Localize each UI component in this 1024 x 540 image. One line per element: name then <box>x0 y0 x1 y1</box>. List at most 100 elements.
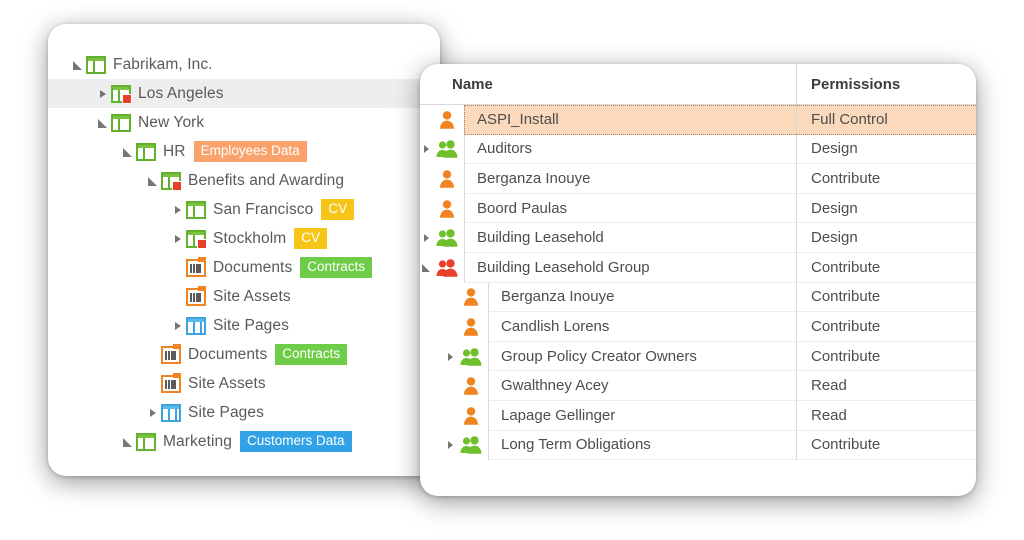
tree-item[interactable]: Los Angeles <box>48 79 440 108</box>
site-pages-icon <box>186 316 206 335</box>
collapse-triangle-icon[interactable] <box>120 144 136 160</box>
collapse-triangle-icon[interactable] <box>95 115 111 131</box>
expand-triangle-icon[interactable] <box>420 231 434 245</box>
tree-item[interactable]: Marketing Customers Data <box>48 427 440 456</box>
expand-triangle-icon[interactable] <box>95 86 111 102</box>
permission-level: Contribute <box>796 430 976 461</box>
permission-level: Contribute <box>796 312 976 342</box>
table-cell-name: Group Policy Creator Owners <box>420 341 796 372</box>
expand-triangle-icon[interactable] <box>145 405 161 421</box>
column-header-name[interactable]: Name <box>420 76 796 93</box>
table-row[interactable]: Lapage Gellinger Read <box>420 400 976 431</box>
expand-triangle-icon[interactable] <box>170 231 186 247</box>
document-library-icon <box>161 372 181 393</box>
site-icon <box>86 55 106 74</box>
collapse-triangle-icon[interactable] <box>120 434 136 450</box>
tree-item-tag[interactable]: Contracts <box>300 257 373 278</box>
principal-name: Berganza Inouye <box>488 282 796 313</box>
permission-level: Contribute <box>796 164 976 194</box>
permission-level: Contribute <box>796 252 976 283</box>
site-icon <box>161 171 182 191</box>
group-icon <box>436 228 458 248</box>
row-gutter <box>420 376 488 396</box>
tree-item-label: New York <box>138 113 205 131</box>
tree-item[interactable]: Benefits and Awarding <box>48 166 440 195</box>
site-icon <box>136 432 156 451</box>
table-row[interactable]: Berganza Inouye Contribute <box>420 282 976 313</box>
principal-name: Lapage Gellinger <box>488 400 796 431</box>
site-icon <box>136 142 156 161</box>
permission-level: Read <box>796 400 976 431</box>
tree-item-tag[interactable]: CV <box>294 228 328 249</box>
permissions-table-body[interactable]: ASPI_Install Full Control Auditors Design Be… <box>420 105 976 461</box>
tree-item-tag[interactable]: Employees Data <box>193 141 307 162</box>
tree-item[interactable]: Stockholm CV <box>48 224 440 253</box>
site-tree[interactable]: Fabrikam, Inc. Los Angeles New York HR Emplo… <box>48 24 440 456</box>
tree-item-label: Site Assets <box>213 287 291 305</box>
row-gutter <box>420 228 464 248</box>
row-indent-spacer <box>420 172 434 186</box>
table-row[interactable]: Building Leasehold Group Contribute <box>420 252 976 283</box>
table-row[interactable]: Group Policy Creator Owners Contribute <box>420 341 976 372</box>
collapse-triangle-icon[interactable] <box>70 57 86 73</box>
table-cell-name: Gwalthney Acey <box>420 371 796 401</box>
tree-item-label: Benefits and Awarding <box>188 171 345 189</box>
table-row[interactable]: Berganza Inouye Contribute <box>420 164 976 194</box>
expand-triangle-icon[interactable] <box>444 350 458 364</box>
principal-name: Boord Paulas <box>464 193 796 224</box>
collapse-triangle-icon[interactable] <box>420 261 434 275</box>
expand-triangle-icon[interactable] <box>170 202 186 218</box>
table-row[interactable]: Auditors Design <box>420 134 976 165</box>
user-icon <box>436 169 458 189</box>
table-row[interactable]: Candlish Lorens Contribute <box>420 312 976 342</box>
group-icon <box>436 139 458 159</box>
tree-item-label: Fabrikam, Inc. <box>113 55 213 73</box>
permissions-table-header: Name Permissions <box>420 64 976 105</box>
permission-level: Contribute <box>796 341 976 372</box>
tree-item-tag[interactable]: Customers Data <box>239 431 352 452</box>
tree-item-label: Marketing <box>163 432 232 450</box>
tree-item[interactable]: New York <box>48 108 440 137</box>
column-header-permissions[interactable]: Permissions <box>796 64 976 104</box>
table-cell-name: Building Leasehold Group <box>420 252 796 283</box>
table-row[interactable]: Boord Paulas Design <box>420 193 976 224</box>
row-gutter <box>420 258 464 278</box>
tree-item[interactable]: Fabrikam, Inc. <box>48 50 440 79</box>
expand-triangle-icon[interactable] <box>170 318 186 334</box>
restricted-badge-icon <box>197 238 207 249</box>
tree-item[interactable]: Site Pages <box>48 398 440 427</box>
tree-item[interactable]: Documents Contracts <box>48 340 440 369</box>
table-row[interactable]: ASPI_Install Full Control <box>420 105 976 135</box>
tree-item[interactable]: Site Assets <box>48 369 440 398</box>
tree-item[interactable]: Documents Contracts <box>48 253 440 282</box>
table-cell-name: Building Leasehold <box>420 223 796 253</box>
tree-item-label: Site Assets <box>188 374 266 392</box>
table-row[interactable]: Long Term Obligations Contribute <box>420 430 976 461</box>
tree-item[interactable]: HR Employees Data <box>48 137 440 166</box>
document-library-icon <box>161 343 181 364</box>
user-icon <box>436 110 458 130</box>
tree-item[interactable]: San Francisco CV <box>48 195 440 224</box>
tree-item-label: HR <box>163 142 186 160</box>
tree-item[interactable]: Site Assets <box>48 282 440 311</box>
tree-item-tag[interactable]: Contracts <box>275 344 348 365</box>
row-gutter <box>420 110 464 130</box>
expand-triangle-icon[interactable] <box>420 142 434 156</box>
row-gutter <box>420 435 488 455</box>
tree-item[interactable]: Site Pages <box>48 311 440 340</box>
group-icon <box>460 347 482 367</box>
group-icon <box>460 435 482 455</box>
expand-triangle-icon[interactable] <box>444 438 458 452</box>
table-cell-name: Long Term Obligations <box>420 430 796 461</box>
row-gutter <box>420 199 464 219</box>
principal-name: ASPI_Install <box>464 105 796 135</box>
table-row[interactable]: Gwalthney Acey Read <box>420 371 976 401</box>
tree-item-label: Site Pages <box>213 316 289 334</box>
tree-item-tag[interactable]: CV <box>321 199 355 220</box>
user-icon <box>460 317 482 337</box>
collapse-triangle-icon[interactable] <box>145 173 161 189</box>
table-row[interactable]: Building Leasehold Design <box>420 223 976 253</box>
permission-level: Design <box>796 193 976 224</box>
